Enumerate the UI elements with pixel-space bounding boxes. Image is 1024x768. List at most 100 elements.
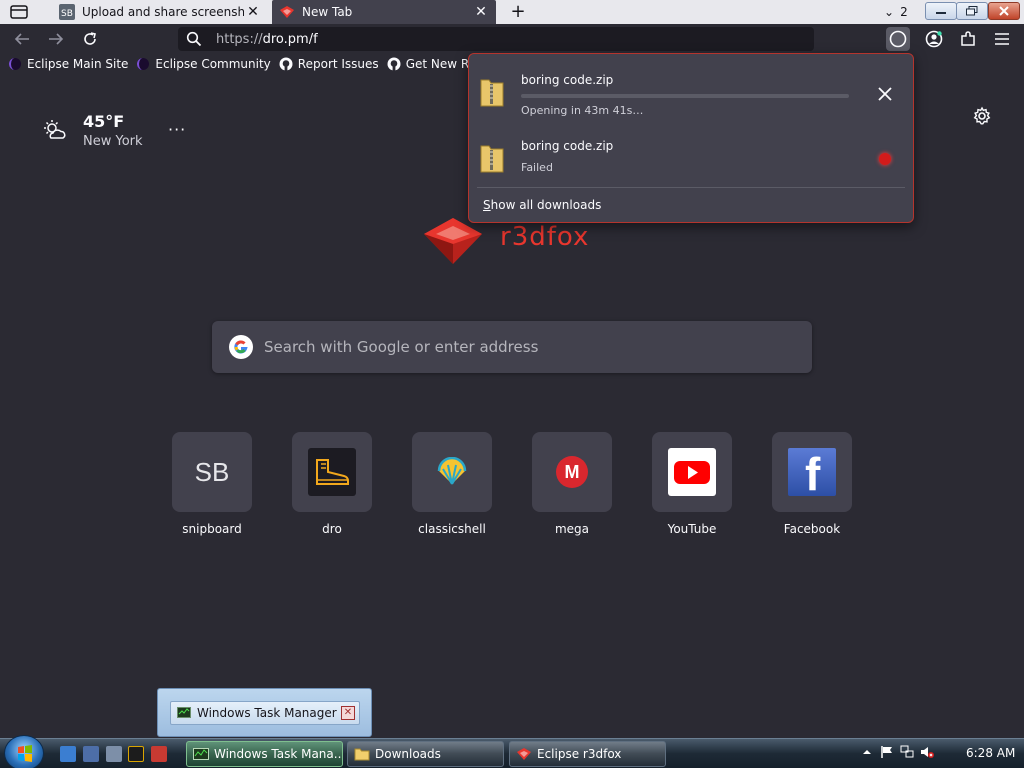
top-site-label: YouTube (667, 522, 717, 536)
weather-temperature: 45°F (83, 112, 125, 131)
download-filename: boring code.zip (521, 73, 614, 87)
snipboard-favicon-icon: SB (58, 4, 76, 20)
tab-close-icon[interactable]: ✕ (472, 3, 490, 21)
r3dfox-quicklaunch-icon[interactable] (151, 746, 167, 762)
switch-windows-icon[interactable] (83, 746, 99, 762)
top-site-snipboard[interactable]: SB snipboard (172, 432, 252, 536)
partly-cloudy-icon (44, 120, 66, 139)
mega-icon: M (556, 456, 588, 488)
top-site-dro[interactable]: dro (292, 432, 372, 536)
tab-close-icon[interactable]: ✕ (244, 3, 262, 21)
cancel-download-button[interactable] (873, 82, 897, 106)
computer-icon[interactable] (106, 746, 122, 762)
close-window-button[interactable] (988, 2, 1020, 20)
github-icon (387, 57, 401, 71)
divider (477, 187, 905, 188)
sb-icon: SB (194, 456, 230, 487)
network-icon[interactable] (900, 745, 914, 759)
tab-new-tab[interactable]: New Tab ✕ (272, 0, 496, 24)
minimize-icon (936, 12, 946, 14)
weather-options-button[interactable]: ··· (168, 120, 186, 139)
download-item[interactable]: boring code.zip Failed (469, 124, 915, 190)
tab-snipboard[interactable]: SB Upload and share screenshots a ✕ (52, 0, 268, 24)
tab-list-button[interactable]: ⌄ 2 (884, 3, 908, 21)
taskbar-button-r3dfox[interactable]: Eclipse r3dfox (509, 741, 666, 767)
windows-logo-icon (18, 745, 32, 762)
show-all-downloads-button[interactable]: Show all downloads (483, 198, 601, 212)
close-icon (999, 6, 1009, 16)
top-site-facebook[interactable]: f Facebook (772, 432, 852, 536)
search-icon (186, 31, 206, 47)
bookmark-label: Report Issues (297, 57, 379, 71)
bookmark-label: Eclipse Main Site (27, 57, 129, 71)
taskbar-button-task-manager[interactable]: Windows Task Mana... (186, 741, 343, 767)
top-site-tile: M (532, 432, 612, 512)
top-site-mega[interactable]: M mega (532, 432, 612, 536)
url-scheme: https:// (216, 31, 263, 47)
tab-count: 2 (900, 5, 908, 19)
tab-overview-icon (10, 5, 28, 19)
bookmark-report-issues[interactable]: Report Issues (279, 57, 379, 71)
download-progress-icon (889, 30, 907, 48)
svg-text:SB: SB (61, 9, 73, 19)
tab-title: New Tab (302, 5, 353, 19)
top-site-label: snipboard (182, 522, 242, 536)
taskbar-button-label: Windows Task Mana... (214, 747, 343, 761)
taskbar-button-downloads[interactable]: Downloads (347, 741, 504, 767)
taskbar-button-label: Eclipse r3dfox (537, 747, 622, 761)
clock[interactable]: 6:28 AM (966, 746, 1015, 760)
downloads-button[interactable] (886, 27, 910, 51)
taskbar: Windows Task Mana... Downloads Eclipse r… (0, 735, 1024, 768)
bookmark-eclipse-main-site[interactable]: Eclipse Main Site (8, 57, 128, 71)
app-menu-button[interactable] (990, 27, 1014, 51)
download-status: Failed (521, 161, 553, 174)
thumbnail-label: Windows Task Manager (197, 706, 337, 720)
tab-overview-button[interactable] (8, 3, 30, 21)
start-button[interactable] (4, 735, 44, 768)
extensions-button[interactable] (956, 27, 980, 51)
restore-button[interactable] (956, 2, 988, 20)
address-bar[interactable]: https://dro.pm/f (178, 27, 814, 51)
download-status: Opening in 43m 41s… (521, 104, 644, 117)
volume-muted-icon[interactable] (920, 745, 934, 759)
action-center-flag-icon[interactable] (880, 745, 894, 759)
show-desktop-icon[interactable] (60, 746, 76, 762)
account-button[interactable] (922, 27, 946, 51)
top-site-youtube[interactable]: YouTube (652, 432, 732, 536)
forward-button[interactable] (44, 27, 68, 51)
tab-strip: SB Upload and share screenshots a ✕ New … (0, 0, 1024, 24)
chevron-up-icon[interactable] (860, 745, 874, 759)
settings-gear-icon[interactable] (972, 106, 992, 126)
github-icon (279, 57, 293, 71)
download-progress-bar (521, 94, 849, 98)
eclipse-icon (136, 57, 150, 71)
close-icon[interactable]: ✕ (341, 706, 355, 720)
minimize-button[interactable] (925, 2, 957, 20)
download-item[interactable]: boring code.zip Opening in 43m 41s… (469, 58, 915, 124)
top-site-label: classicshell (418, 522, 486, 536)
facebook-icon: f (788, 448, 836, 496)
search-box[interactable]: Search with Google or enter address (212, 321, 812, 373)
task-manager-icon (177, 707, 191, 718)
top-site-tile: SB (172, 432, 252, 512)
task-manager-icon (193, 748, 209, 760)
bookmark-eclipse-community[interactable]: Eclipse Community (136, 57, 271, 71)
top-site-label: dro (322, 522, 342, 536)
logo-wordmark: r3dfox (500, 222, 590, 252)
top-site-classicshell[interactable]: classicshell (412, 432, 492, 536)
shell-icon (437, 457, 467, 485)
weather-city: New York (83, 134, 143, 149)
media-player-icon[interactable] (128, 746, 144, 762)
new-tab-button[interactable]: + (508, 2, 528, 22)
boot-icon (308, 448, 356, 496)
url-text: https://dro.pm/f (216, 32, 318, 47)
top-site-label: Facebook (783, 522, 841, 536)
eclipse-icon (8, 57, 22, 71)
top-site-tile (652, 432, 732, 512)
download-filename: boring code.zip (521, 139, 614, 153)
top-site-tile (412, 432, 492, 512)
reload-button[interactable] (78, 27, 102, 51)
access-key: S (483, 198, 491, 212)
thumbnail-item[interactable]: Windows Task Manager ✕ (170, 701, 360, 725)
back-button[interactable] (10, 27, 34, 51)
